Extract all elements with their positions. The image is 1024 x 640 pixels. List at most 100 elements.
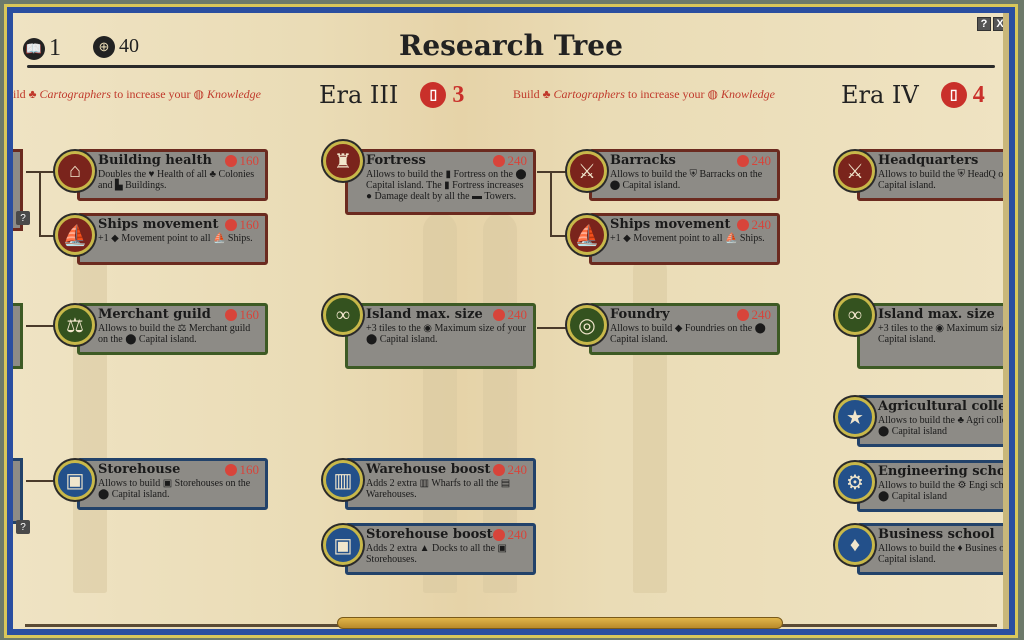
research-tree-viewport[interactable]: ild ♣ Cartographers to increase your ◍ K…: [13, 13, 1009, 629]
partial-card[interactable]: [13, 458, 23, 524]
research-cost: 240: [492, 153, 527, 169]
research-points-icon: [224, 155, 237, 167]
research-name: Headquarters: [878, 153, 979, 168]
research-cost: 160: [224, 307, 259, 323]
research-card[interactable]: Business school Allows to build the ♦ Bus…: [857, 523, 1009, 575]
research-name: Business school: [878, 527, 995, 542]
scales-icon[interactable]: ⚖: [55, 305, 95, 345]
research-description: Allows to build the ⚖ Merchant guild on …: [98, 323, 251, 345]
research-points-icon: [224, 464, 237, 476]
research-description: Adds 2 extra ▲ Docks to all the ▣ Storeh…: [366, 543, 507, 565]
wheat-star-icon[interactable]: ★: [835, 397, 875, 437]
coins-icon[interactable]: ◎: [567, 305, 607, 345]
era-4-header: Era IV ▯ 4: [841, 81, 985, 109]
connector-line: [550, 171, 552, 237]
research-points-icon: [492, 309, 505, 321]
book-icon: ▯: [940, 82, 967, 108]
money-bag-icon[interactable]: ♦: [835, 525, 875, 565]
research-points-icon: [736, 219, 749, 231]
research-card[interactable]: Agricultural collegeAllows to build the …: [857, 395, 1009, 447]
research-description: Doubles the ♥ Health of all ♣ Colonies a…: [98, 169, 255, 191]
research-points-icon: [736, 155, 749, 167]
research-cost: 240: [492, 527, 527, 543]
ship-icon[interactable]: ⛵: [567, 215, 607, 255]
connector-line: [537, 327, 567, 329]
research-card[interactable]: Merchant guild 160 Allows to build the ⚖ M…: [77, 303, 268, 355]
research-cost: 240: [492, 307, 527, 323]
research-card[interactable]: Ships movement 160 +1 ◆ Movement point to …: [77, 213, 268, 265]
research-points-icon: [224, 219, 237, 231]
research-cost: 240: [736, 307, 771, 323]
research-cost: 240: [492, 462, 527, 478]
research-card[interactable]: Warehouse boost 240 Adds 2 extra ▥ Wharfs …: [345, 458, 536, 510]
research-cost: 240: [736, 217, 771, 233]
research-points-icon: [492, 529, 505, 541]
parchment-panel: 📖 1 ⊕ 40 Research Tree ild ♣ Cartographe…: [13, 13, 1009, 629]
research-card[interactable]: Storehouse 160 Allows to build ▣ Storehous…: [77, 458, 268, 510]
help-badge[interactable]: ?: [16, 520, 30, 534]
research-cost: 160: [224, 462, 259, 478]
era-knowledge-requirement: ▯ 3: [420, 82, 464, 109]
research-description: +3 tiles to the ◉ Maximum size ⬤ Capital…: [878, 323, 1009, 345]
help-button[interactable]: ?: [977, 17, 991, 31]
storehouse-icon[interactable]: ▣: [55, 460, 95, 500]
storehouse-icon[interactable]: ▣: [323, 525, 363, 565]
barrel-icon[interactable]: ▥: [323, 460, 363, 500]
book-icon: ▯: [420, 82, 447, 108]
research-cost: 160: [224, 153, 259, 169]
research-card[interactable]: Foundry 240 Allows to build ◆ Foundries on…: [589, 303, 780, 355]
connector-line: [26, 171, 56, 173]
research-card[interactable]: Fortress 240 Allows to build the ▮ Fortres…: [345, 149, 536, 215]
connector-line: [26, 480, 56, 482]
research-points-icon: [736, 309, 749, 321]
research-card[interactable]: Ships movement 240 +1 ◆ Movement point to …: [589, 213, 780, 265]
research-description: Allows to build the ▮ Fortress on the ⬤ …: [366, 169, 527, 202]
knowledge-hint: Build ♣ Cartographers to increase your ◍…: [513, 87, 776, 101]
ornamental-border: [1003, 13, 1009, 629]
research-cost: 160: [224, 217, 259, 233]
research-card[interactable]: Engineering school Allows to build the ⚙ …: [857, 460, 1009, 512]
research-description: +1 ◆ Movement point to all ⛵ Ships.: [98, 233, 253, 244]
research-name: Island max. size: [878, 307, 995, 322]
era-knowledge-requirement: ▯ 4: [940, 82, 985, 109]
research-description: Allows to build the ⛨ HeadQ on the ⬤ Cap…: [878, 169, 1009, 191]
research-window: 📖 1 ⊕ 40 Research Tree ild ♣ Cartographe…: [4, 4, 1018, 638]
partial-card[interactable]: [13, 303, 23, 369]
feather-decoration: [73, 213, 107, 593]
research-description: +1 ◆ Movement point to all ⛵ Ships.: [610, 233, 765, 244]
research-points-icon: [224, 309, 237, 321]
scrollbar-thumb[interactable]: [337, 617, 783, 629]
research-description: Allows to build ◆ Foundries on the ⬤ Cap…: [610, 323, 766, 345]
knowledge-hint: ild ♣ Cartographers to increase your ◍ K…: [13, 87, 262, 101]
research-name: Engineering school: [878, 464, 1009, 479]
help-badge[interactable]: ?: [16, 211, 30, 225]
chain-icon[interactable]: ∞: [323, 295, 363, 335]
connector-line: [550, 235, 568, 237]
sword-shield-icon[interactable]: ⚔: [567, 151, 607, 191]
research-description: Adds 2 extra ▥ Wharfs to all the ▤ Wareh…: [366, 478, 511, 500]
research-points-icon: [492, 464, 505, 476]
era-title: Era IV: [841, 81, 919, 109]
research-description: Allows to build ▣ Storehouses on the ⬤ C…: [98, 478, 251, 500]
connector-line: [537, 171, 567, 173]
research-description: +3 tiles to the ◉ Maximum size of your ⬤…: [366, 323, 526, 345]
era-title: Era III: [319, 81, 399, 109]
connector-line: [39, 171, 41, 237]
research-card[interactable]: Building health 160 Doubles the ♥ Health o…: [77, 149, 268, 201]
research-name: Agricultural college: [878, 399, 1009, 414]
sword-shield-icon[interactable]: ⚔: [835, 151, 875, 191]
tower-icon[interactable]: ♜: [323, 141, 363, 181]
research-card[interactable]: Storehouse boost 240 Adds 2 extra ▲ Docks …: [345, 523, 536, 575]
gears-icon[interactable]: ⚙: [835, 462, 875, 502]
era-3-header: Era III ▯ 3: [319, 81, 464, 109]
research-card[interactable]: Headquarters Allows to build the ⛨ HeadQ …: [857, 149, 1009, 201]
research-card[interactable]: Island max. size 240 +3 tiles to the ◉ Max…: [345, 303, 536, 369]
research-description: Allows to build the ♦ Busines on the ⬤ C…: [878, 543, 1009, 565]
connector-line: [26, 325, 56, 327]
research-card[interactable]: Barracks 240 Allows to build the ⛨ Barrack…: [589, 149, 780, 201]
chain-icon[interactable]: ∞: [835, 295, 875, 335]
house-icon[interactable]: ⌂: [55, 151, 95, 191]
ship-icon[interactable]: ⛵: [55, 215, 95, 255]
research-description: Allows to build the ⚙ Engi school on the…: [878, 480, 1009, 502]
research-card[interactable]: Island max. size +3 tiles to the ◉ Maximu…: [857, 303, 1009, 369]
